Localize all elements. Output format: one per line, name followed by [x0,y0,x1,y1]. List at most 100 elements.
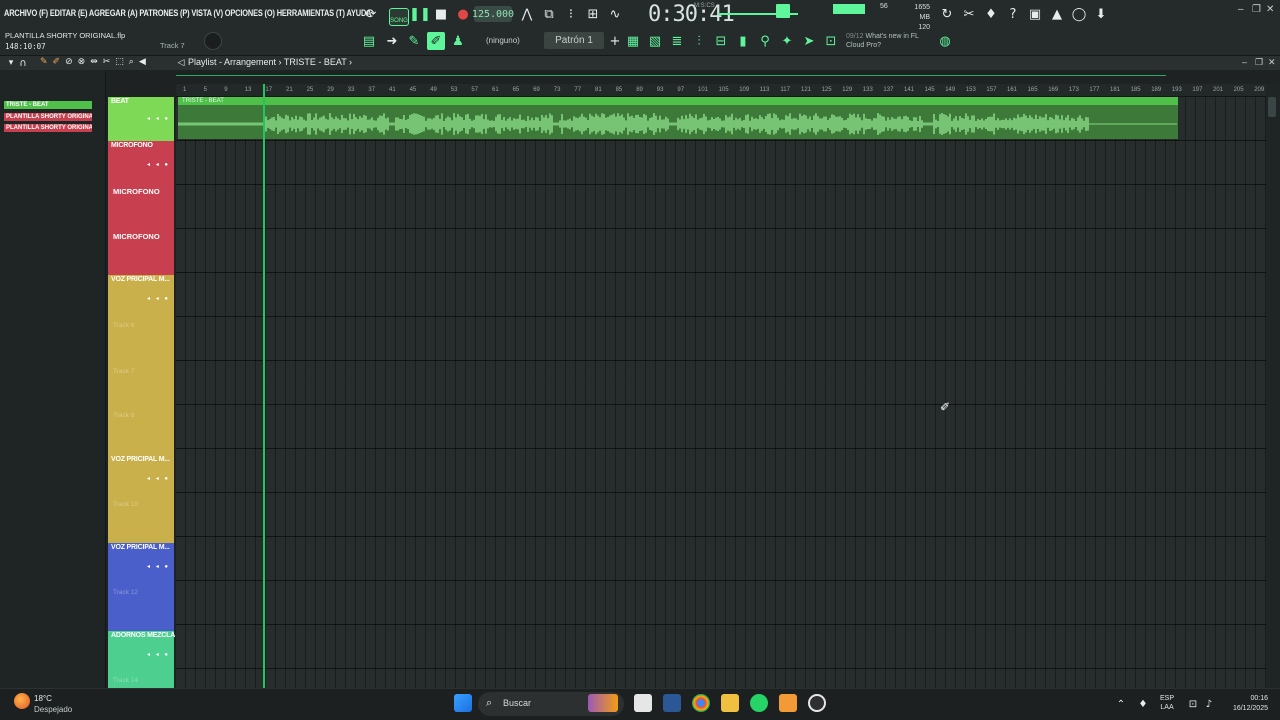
track-controls[interactable]: ◂ ◂ ● [147,475,170,482]
brush-icon[interactable]: ✐ [427,32,445,50]
track-controls[interactable]: ◂ ◂ ● [147,563,170,570]
news-panel[interactable]: 09/12 What's new in FL Cloud Pro? [846,32,919,50]
tray-mic-icon[interactable]: ♦ [1134,695,1152,713]
playlist-close-icon[interactable]: ✕ [1268,57,1276,68]
maximize-icon[interactable]: ❐ [1252,4,1261,15]
plugin-icon[interactable]: ▲ [1048,5,1066,23]
wait-input-icon[interactable]: ⧉ [540,5,558,23]
browser-icon[interactable]: ⊟ [712,32,730,50]
snap-select[interactable]: (ninguno) [486,36,520,45]
weather-icon[interactable] [14,693,30,709]
record-icon[interactable]: ● [454,5,472,23]
select-tool-icon[interactable]: ⬚ [115,57,124,69]
time-selection-bar[interactable] [176,75,1166,76]
track-header-voz-principal-2[interactable]: VOZ PRICIPAL M... ◂ ◂ ● Track 10 [108,455,174,543]
remote-icon[interactable]: ➤ [800,32,818,50]
playlist-minimize-icon[interactable]: – [1242,57,1247,67]
playhead[interactable] [263,84,265,688]
file-icon[interactable]: ▮ [734,32,752,50]
clock[interactable]: 00:16 16/12/2025 [1218,694,1268,714]
volume-icon[interactable]: ♪ [1200,695,1218,713]
obs-icon[interactable] [808,694,826,712]
cart-icon[interactable]: ⊡ [822,32,840,50]
cut-tool-icon[interactable]: ✂ [960,5,978,23]
pause-icon[interactable]: ❚❚ [409,5,431,23]
mic-icon[interactable]: ♦ [982,5,1000,23]
arrangement-grid[interactable] [176,97,1266,688]
tray-chevron-icon[interactable]: ⌃ [1112,695,1130,713]
undo-icon[interactable]: ↻ [938,5,956,23]
weather-desc[interactable]: Despejado [34,705,72,714]
ruler-tick: 65 [512,87,520,93]
save-icon[interactable]: ▣ [1026,5,1044,23]
globe-icon[interactable]: ◍ [936,32,954,50]
picker-item[interactable]: PLANTILLA SHORTY ORIGINA [4,124,92,132]
mute-tool-icon[interactable]: ⊗ [78,57,86,69]
stamp-icon[interactable]: ♟ [449,32,467,50]
ruler-tick: 77 [574,87,582,93]
track-controls[interactable]: ◂ ◂ ● [147,295,170,302]
whatsapp-icon[interactable] [750,694,768,712]
playlist-title[interactable]: Playlist - Arrangement › TRISTE - BEAT › [188,57,352,67]
task-view-icon[interactable] [634,694,652,712]
chrome-icon[interactable] [692,694,710,712]
countdown-icon[interactable]: ⁝ [562,5,580,23]
master-volume-handle[interactable] [776,4,790,18]
pattern-selector[interactable]: Patrón 1 [544,32,604,49]
main-menu[interactable]: ARCHIVO (F) EDITAR (E) AGREGAR (A) PATRO… [4,8,372,19]
track-controls[interactable]: ◂ ◂ ● [147,651,170,658]
playback-tool-icon[interactable]: ◀ [139,57,146,69]
track-header-voz-principal[interactable]: VOZ PRICIPAL M... ◂ ◂ ● Track 6 Track 7 … [108,275,174,455]
file-explorer-icon[interactable] [721,694,739,712]
track-controls[interactable]: ◂ ◂ ● [147,115,170,122]
tempo-display[interactable]: 125.000 [472,6,514,22]
paint-tool-icon[interactable]: ✐ [53,57,61,69]
fl-studio-active-icon[interactable] [779,694,797,712]
track-header-beat[interactable]: BEAT ◂ ◂ ● [108,97,174,141]
zoom-tool-icon[interactable]: ⌕ [129,57,134,69]
track-header-microfono[interactable]: MICROFONO ◂ ◂ ● MICROFONO MICROFONO [108,141,174,275]
add-pattern-icon[interactable]: + [606,32,624,50]
picker-item[interactable]: PLANTILLA SHORTY ORIGINA [4,113,92,121]
step-edit-icon[interactable]: ⊞ [584,5,602,23]
playlist-icon[interactable]: ▦ [624,32,642,50]
scrollbar-thumb[interactable] [1268,97,1276,117]
piano-roll-icon[interactable]: ≣ [668,32,686,50]
fl-studio-icon[interactable] [663,694,681,712]
blend-notes-icon[interactable]: ∿ [606,5,624,23]
ruler-tick: 197 [1192,87,1203,93]
help-icon[interactable]: ? [1004,5,1022,23]
chat-icon[interactable]: ◯ [1070,5,1088,23]
close-icon[interactable]: ✕ [1266,4,1274,15]
weather-temp[interactable]: 18°C [34,694,52,703]
track-header-adornos[interactable]: ADORNOS MEZCLA ◂ ◂ ● Track 14 [108,631,176,688]
picker-item[interactable]: TRISTE - BEAT [4,101,92,109]
minimize-icon[interactable]: – [1238,4,1244,15]
delete-tool-icon[interactable]: ⊘ [65,57,73,69]
song-mode-toggle[interactable]: SONG [389,8,409,26]
track-label: MICROFONO [113,187,160,196]
channel-rack-icon[interactable]: ▧ [646,32,664,50]
arrow-right-icon[interactable]: ➜ [383,32,401,50]
track-name: ADORNOS MEZCLA [111,632,176,639]
mixer-icon[interactable]: ⫶ [690,32,708,50]
vertical-scrollbar[interactable] [1266,84,1280,688]
track-controls[interactable]: ◂ ◂ ● [147,161,170,168]
plugin-picker-icon[interactable]: ⚲ [756,32,774,50]
loop-icon[interactable]: ⟳ [362,5,380,23]
track-header-voz-principal-3[interactable]: VOZ PRICIPAL M... ◂ ◂ ● Track 12 [108,543,174,631]
slip-tool-icon[interactable]: ⇹ [90,57,98,69]
piano-icon[interactable]: ▤ [360,32,378,50]
stop-icon[interactable]: ■ [432,5,450,23]
download-icon[interactable]: ⬇ [1092,5,1110,23]
slice-tool-icon[interactable]: ✂ [103,57,111,69]
tools-icon[interactable]: ✦ [778,32,796,50]
playlist-maximize-icon[interactable]: ❐ [1255,57,1263,68]
draw-tool-icon[interactable]: ✎ [40,57,48,69]
metronome-icon[interactable]: ⋀ [518,5,536,23]
language-indicator[interactable]: ESP LAA [1160,694,1174,712]
ruler-tick: 93 [656,87,664,93]
pencil-icon[interactable]: ✎ [405,32,423,50]
master-pitch-knob[interactable] [204,32,222,50]
start-icon[interactable] [454,694,472,712]
